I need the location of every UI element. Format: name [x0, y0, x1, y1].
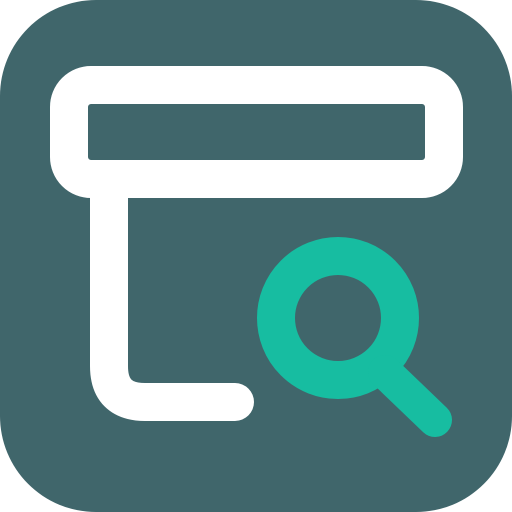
app-icon[interactable]	[0, 0, 512, 512]
archive-search-icon	[0, 0, 512, 512]
